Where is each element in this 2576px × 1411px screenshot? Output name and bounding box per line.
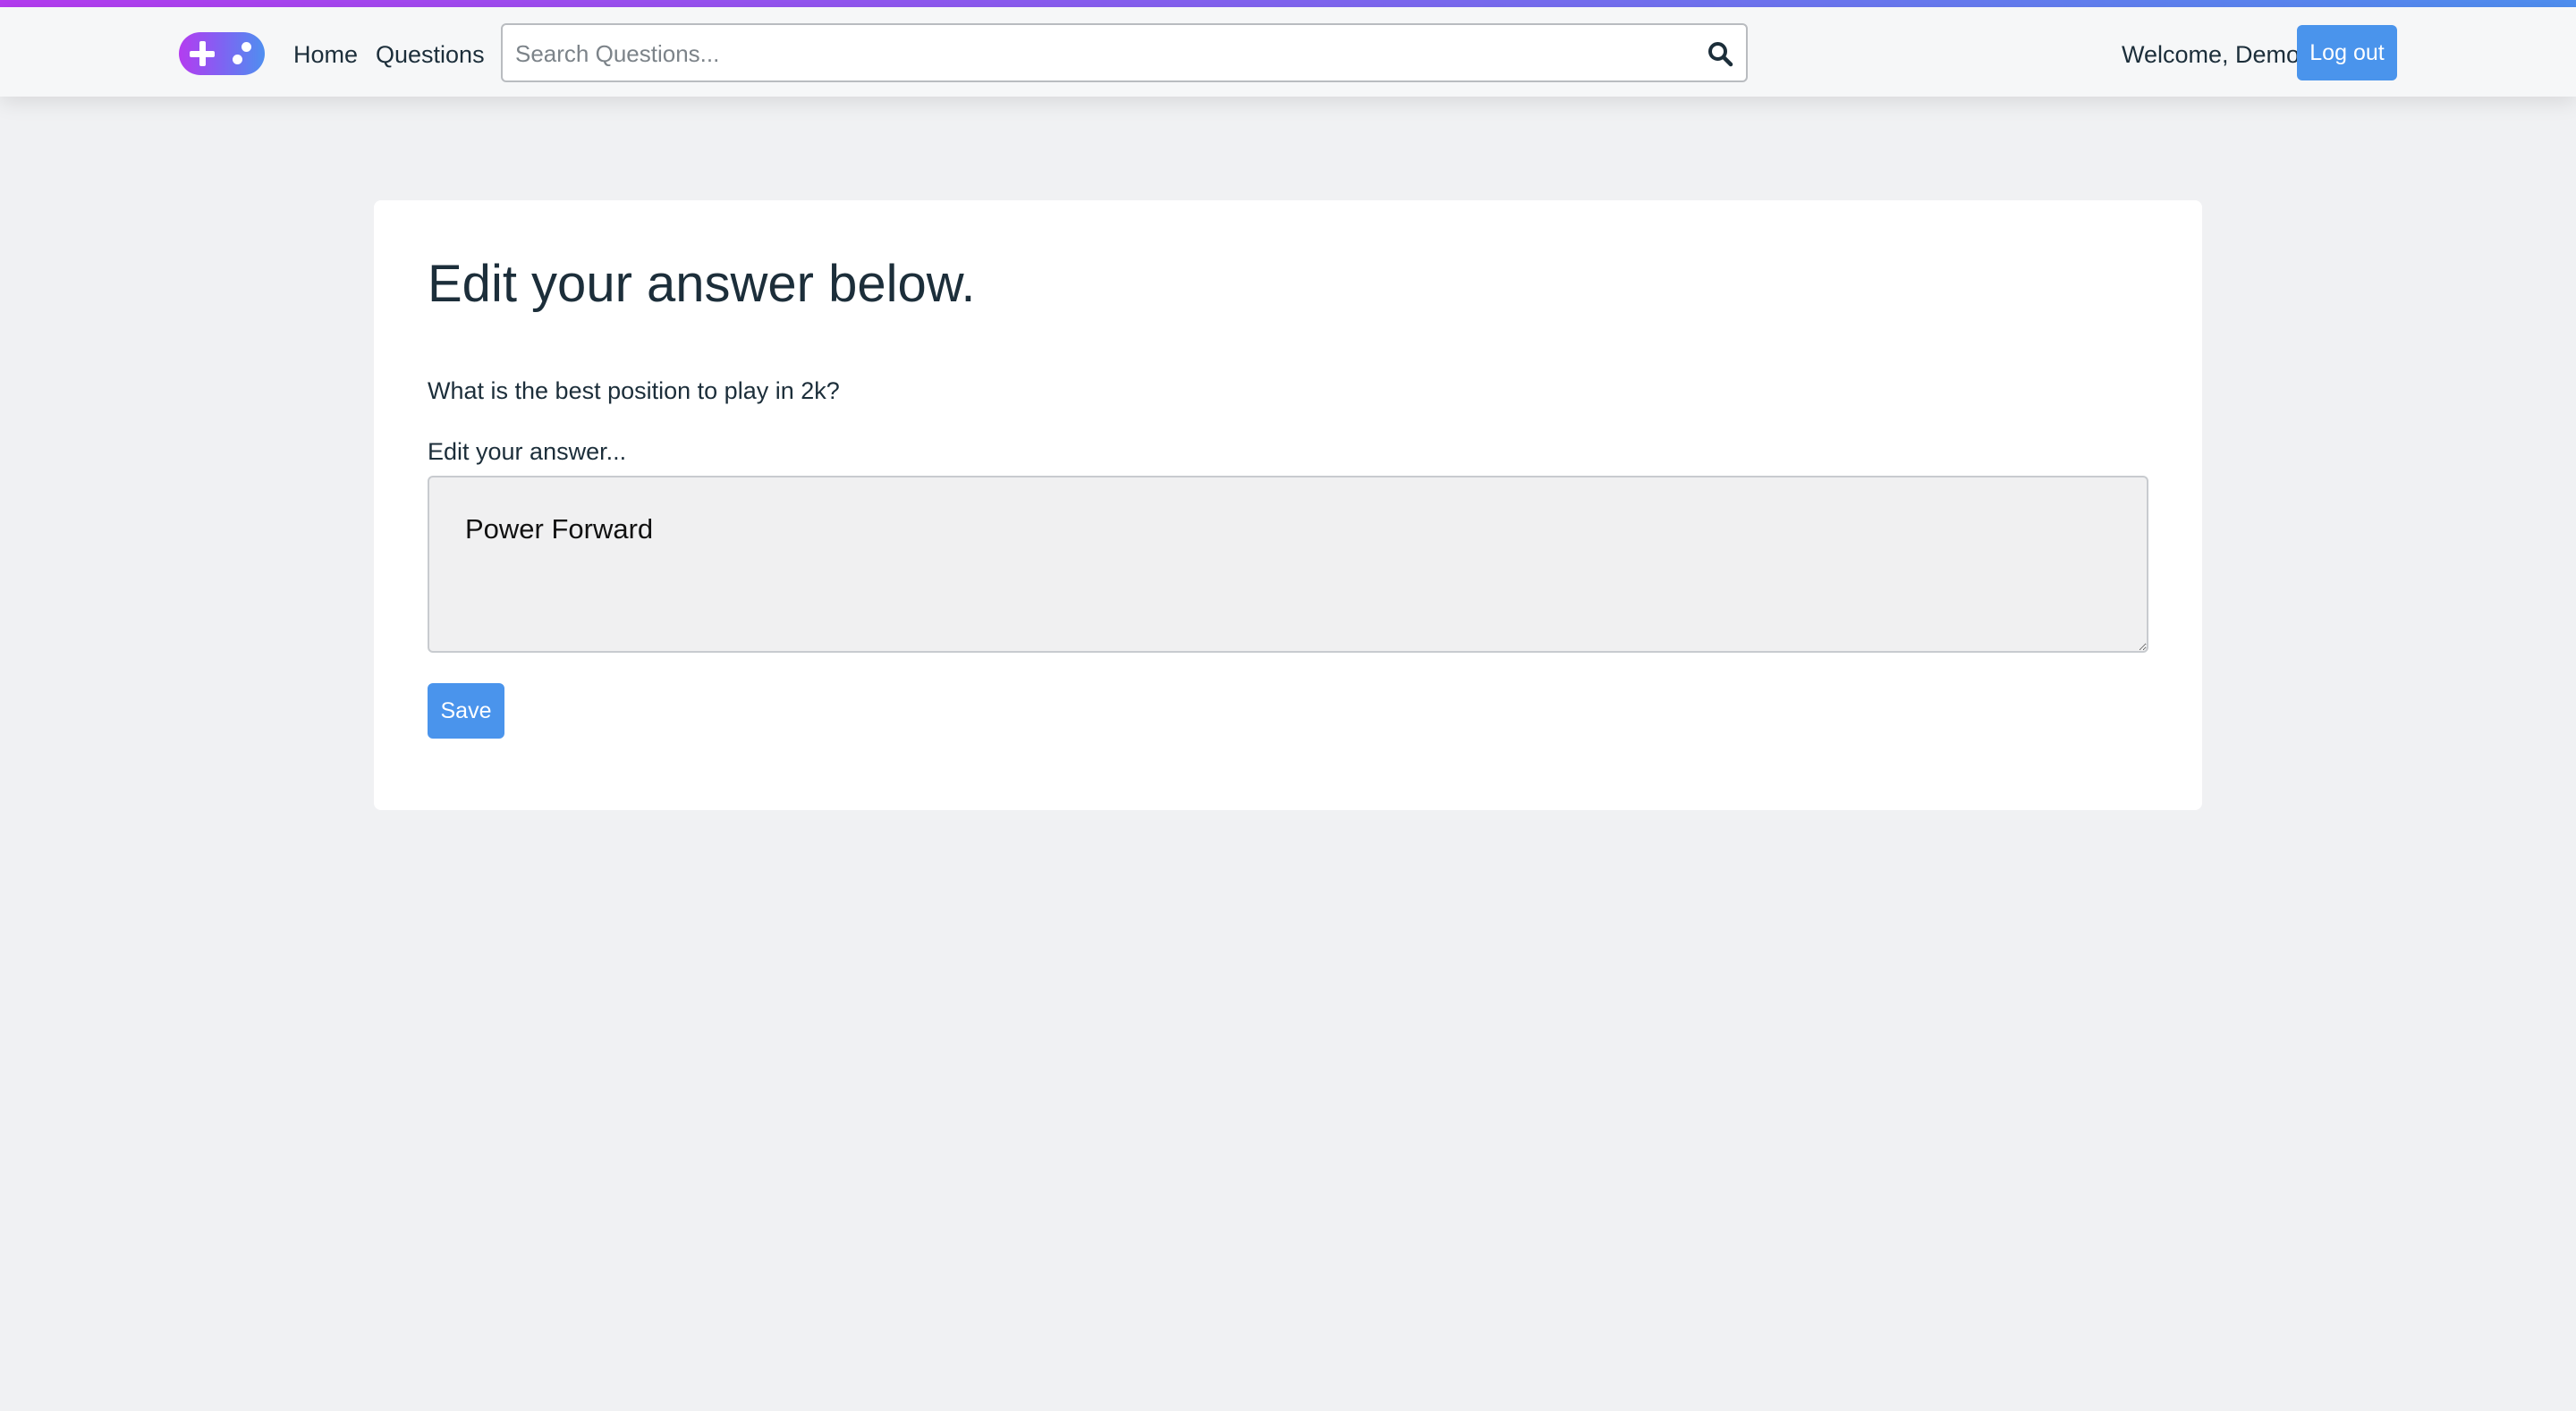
- nav-home-link[interactable]: Home: [293, 41, 358, 69]
- welcome-text: Welcome, Demo!: [2122, 41, 2307, 68]
- search-bar: [501, 23, 1748, 82]
- question-text: What is the best position to play in 2k?: [428, 377, 840, 404]
- answer-textarea[interactable]: Power Forward: [428, 476, 2148, 653]
- accent-strip: [0, 0, 2576, 7]
- edit-answer-card: Edit your answer below. What is the best…: [374, 200, 2202, 810]
- page-title: Edit your answer below.: [428, 255, 976, 313]
- nav-questions-link[interactable]: Questions: [376, 41, 485, 69]
- top-navbar: Home Questions Welcome, Demo! Log out: [0, 7, 2576, 97]
- answer-field-label: Edit your answer...: [428, 438, 627, 465]
- gamepad-icon[interactable]: [179, 32, 265, 75]
- save-button[interactable]: Save: [428, 683, 504, 739]
- logout-button[interactable]: Log out: [2297, 25, 2397, 80]
- search-input[interactable]: [513, 32, 1680, 75]
- search-icon[interactable]: [1707, 40, 1733, 67]
